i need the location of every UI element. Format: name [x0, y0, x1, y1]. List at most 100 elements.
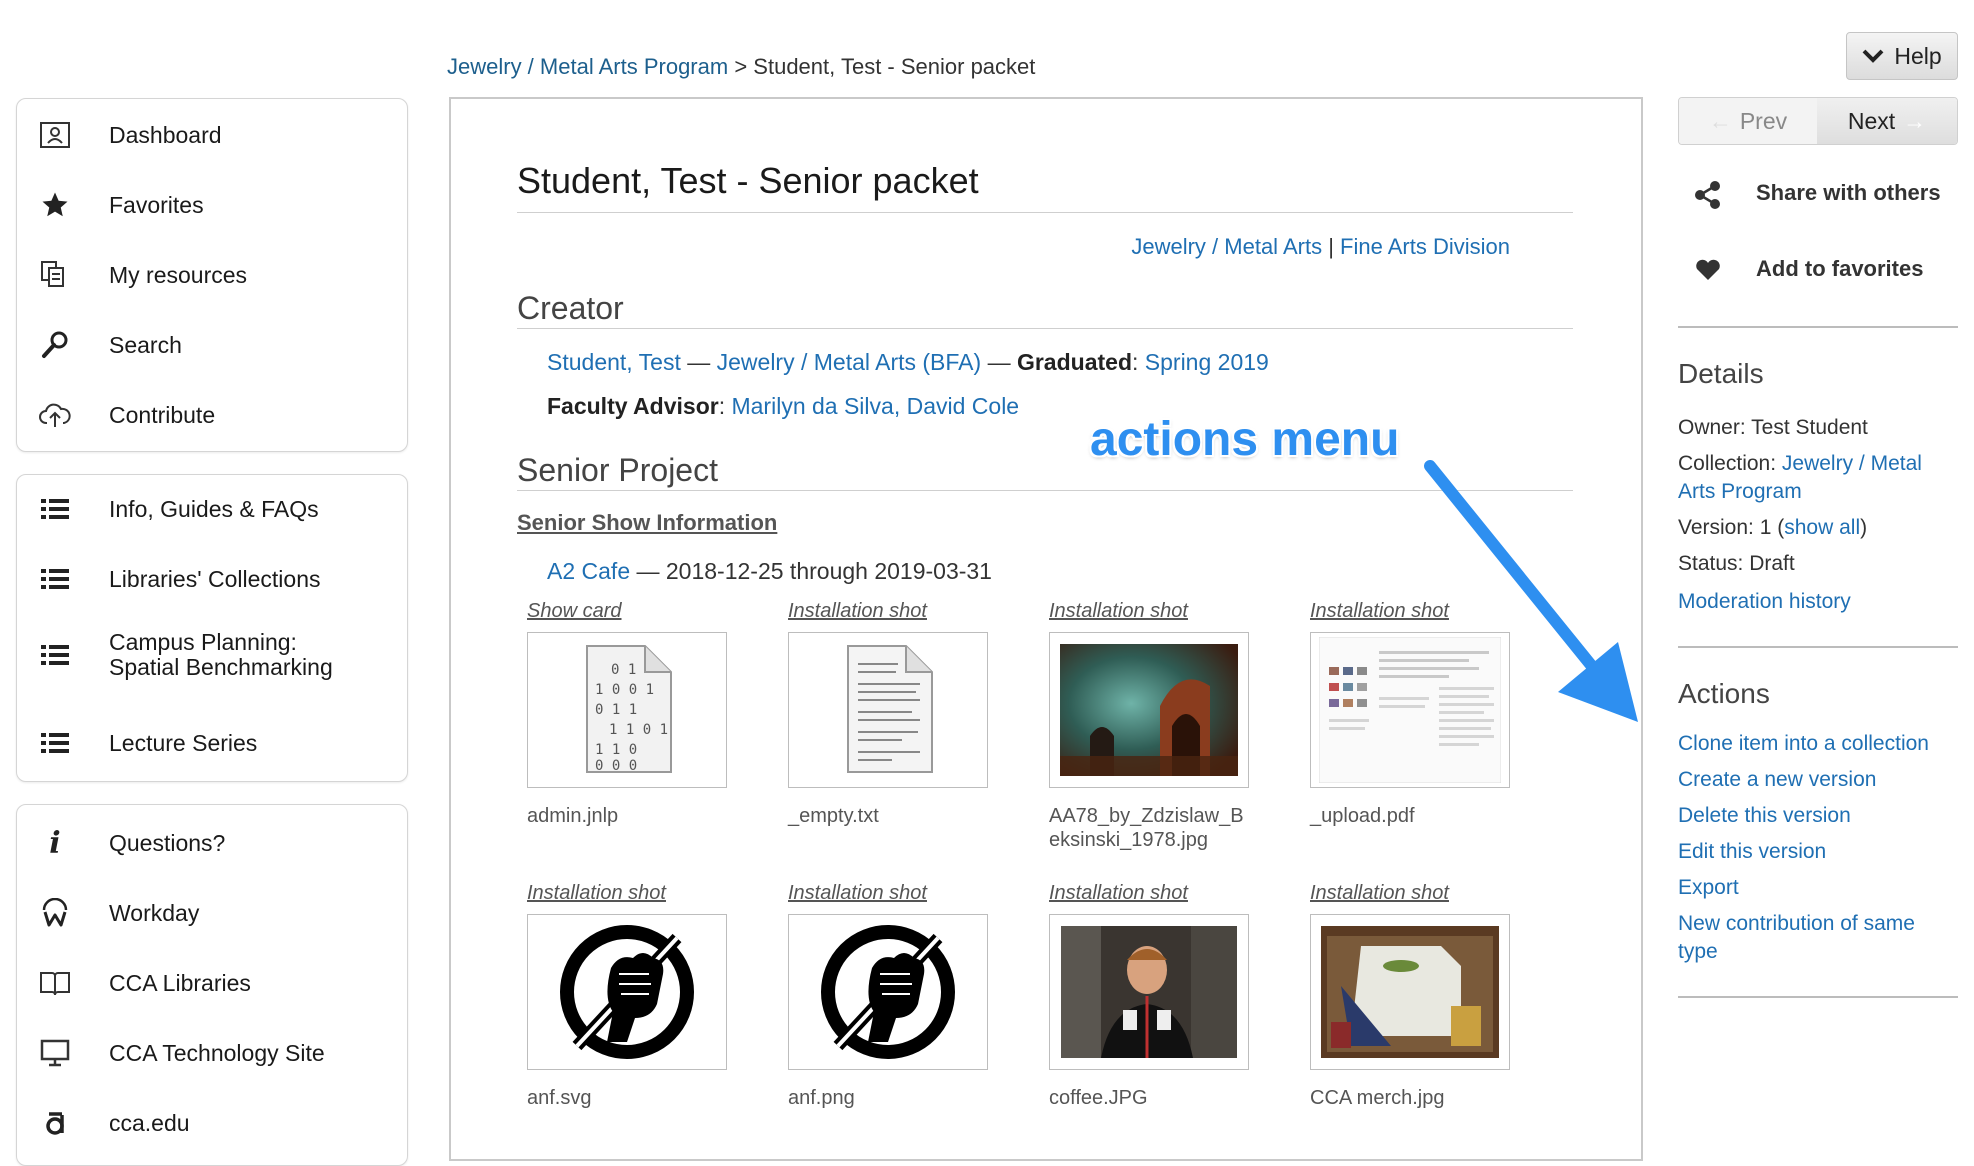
help-button[interactable]: Help	[1846, 32, 1958, 80]
attachment-thumbnail[interactable]	[1049, 632, 1249, 788]
sidebar-item-label: Workday	[109, 899, 200, 926]
dash: —	[636, 558, 660, 584]
version-end: )	[1860, 516, 1868, 539]
advisor-link[interactable]: Marilyn da Silva, David Cole	[731, 393, 1019, 419]
sidebar-item-search[interactable]: Search	[17, 323, 407, 367]
senior-show-heading: Senior Show Information	[517, 510, 778, 535]
owner-text: Owner: Test Student	[1678, 416, 1868, 439]
sidebar-item-my-resources[interactable]: My resources	[17, 253, 407, 297]
collection-links: Jewelry / Metal Arts | Fine Arts Divisio…	[1131, 234, 1510, 260]
share-icon	[1694, 180, 1722, 215]
monitor-icon	[37, 1035, 73, 1071]
binary-file-icon: 0 1 1 0 0 1 0 1 1 1 1 0 1 1 1 00 0 0	[586, 645, 672, 774]
sidebar-item-label: CCA Libraries	[109, 969, 251, 996]
advisor-info: Faculty Advisor: Marilyn da Silva, David…	[547, 393, 1019, 420]
add-to-favorites-button[interactable]: Add to favorites	[1694, 252, 1956, 288]
delete-version-link[interactable]: Delete this version	[1678, 802, 1958, 830]
attachment-caption: Installation shot	[1049, 600, 1188, 622]
page-title: Student, Test - Senior packet	[517, 160, 979, 201]
fist-logo-image	[821, 925, 955, 1059]
version-detail: Version: 1 (show all)	[1678, 514, 1958, 542]
collection-link[interactable]: Jewelry / Metal Arts	[1131, 234, 1322, 259]
fist-logo-image	[560, 925, 694, 1059]
edit-version-link[interactable]: Edit this version	[1678, 838, 1958, 866]
attachment-thumbnail[interactable]	[1310, 914, 1510, 1070]
venue-link[interactable]: A2 Cafe	[547, 558, 630, 584]
new-contribution-link[interactable]: New contribution of same type	[1678, 910, 1958, 966]
actions-heading: Actions	[1678, 678, 1770, 709]
project-divider	[517, 490, 1573, 491]
attachment-thumbnail[interactable]	[1049, 914, 1249, 1070]
sidebar-item-cca-libraries[interactable]: CCA Libraries	[17, 961, 407, 1005]
list-icon	[37, 561, 73, 597]
breadcrumb-current: Student, Test - Senior packet	[753, 54, 1036, 79]
colon: :	[1132, 349, 1145, 375]
sidebar-item-questions[interactable]: i Questions?	[17, 821, 407, 865]
breadcrumb-parent-link[interactable]: Jewelry / Metal Arts Program	[447, 54, 728, 79]
clone-item-link[interactable]: Clone item into a collection	[1678, 730, 1958, 758]
attachment-tile: Installation shot AA78_by_Zdzislaw_Beksi…	[1049, 600, 1249, 852]
sidebar-item-info-guides[interactable]: Info, Guides & FAQs	[17, 487, 407, 531]
creator-heading: Creator	[517, 290, 624, 326]
list-icon	[37, 491, 73, 527]
sidebar-item-label: Contribute	[109, 401, 216, 428]
sidebar-item-contribute[interactable]: Contribute	[17, 393, 407, 437]
division-link[interactable]: Fine Arts Division	[1340, 234, 1510, 259]
sidebar-item-dashboard[interactable]: Dashboard	[17, 113, 407, 157]
attachment-filename: anf.png	[788, 1087, 855, 1109]
star-icon	[37, 187, 73, 223]
sidebar-links-nav: Info, Guides & FAQs Libraries' Collectio…	[16, 474, 408, 782]
attachment-tile: Show card 0 1 1 0 0 1 0 1 1 1 1 0 1 1 1 00 …	[527, 600, 727, 828]
attachment-caption: Installation shot	[527, 882, 666, 904]
sidebar-item-cca-technology[interactable]: CCA Technology Site	[17, 1031, 407, 1075]
sidebar-item-cca-edu[interactable]: cca.edu	[17, 1101, 407, 1145]
sidebar-item-lecture-series[interactable]: Lecture Series	[17, 721, 407, 765]
right-divider	[1678, 326, 1958, 328]
show-all-versions-link[interactable]: show all	[1784, 516, 1860, 539]
attachment-thumbnail[interactable]	[788, 914, 988, 1070]
sidebar-item-label: My resources	[109, 261, 248, 288]
sidebar-item-label: Libraries' Collections	[109, 565, 321, 592]
workday-icon	[37, 895, 73, 931]
moderation-history-link[interactable]: Moderation history	[1678, 588, 1958, 616]
attachment-filename: anf.svg	[527, 1087, 592, 1109]
attachment-filename: _empty.txt	[788, 805, 879, 827]
creator-name-link[interactable]: Student, Test	[547, 349, 681, 375]
prev-button[interactable]: ← Prev	[1679, 98, 1817, 144]
sidebar-item-favorites[interactable]: Favorites	[17, 183, 407, 227]
create-version-link[interactable]: Create a new version	[1678, 766, 1958, 794]
svg-text:1 1 0: 1 1 0	[595, 742, 637, 758]
graduated-label: Graduated	[1016, 349, 1132, 375]
attachment-tile: Installation shot _empty.txt	[788, 600, 988, 828]
attachment-caption: Installation shot	[1310, 882, 1449, 904]
collection-detail: Collection: Jewelry / Metal Arts Program	[1678, 450, 1958, 506]
sidebar-item-label: Favorites	[109, 191, 204, 218]
svg-text:1 1 0 1: 1 1 0 1	[609, 722, 668, 738]
actions-menu-annotation: actions menu	[1090, 413, 1400, 466]
program-link[interactable]: Jewelry / Metal Arts (BFA)	[717, 349, 982, 375]
title-divider	[517, 212, 1573, 213]
sidebar-help-nav: i Questions? Workday CCA Libraries CCA T…	[16, 804, 408, 1166]
info-icon: i	[49, 825, 61, 861]
sidebar-item-workday[interactable]: Workday	[17, 891, 407, 935]
attachment-tile: Installation shot anf.svg	[527, 882, 727, 1110]
attachment-thumbnail[interactable]	[788, 632, 988, 788]
sidebar-item-libraries-collections[interactable]: Libraries' Collections	[17, 557, 407, 601]
sidebar-item-campus-planning[interactable]: Campus Planning: Spatial Benchmarking	[17, 625, 407, 685]
chevron-down-icon	[1862, 43, 1884, 70]
export-link[interactable]: Export	[1678, 874, 1958, 902]
share-button[interactable]: Share with others	[1694, 176, 1956, 212]
attachment-tile: Installation shot coffee.JPG	[1049, 882, 1249, 1110]
attachment-caption: Installation shot	[788, 600, 927, 622]
next-button[interactable]: Next →	[1817, 98, 1957, 144]
search-icon	[37, 327, 73, 363]
graduated-link[interactable]: Spring 2019	[1145, 349, 1269, 375]
dashboard-icon	[37, 117, 73, 153]
favorites-label: Add to favorites	[1756, 256, 1924, 281]
next-label: Next	[1847, 107, 1896, 134]
sidebar-item-label: Dashboard	[109, 121, 222, 148]
attachment-thumbnail[interactable]: 0 1 1 0 0 1 0 1 1 1 1 0 1 1 1 00 0 0	[527, 632, 727, 788]
collection-label: Collection:	[1678, 452, 1782, 475]
attachment-thumbnail[interactable]	[527, 914, 727, 1070]
svg-text:1 0 0 1: 1 0 0 1	[595, 682, 654, 698]
